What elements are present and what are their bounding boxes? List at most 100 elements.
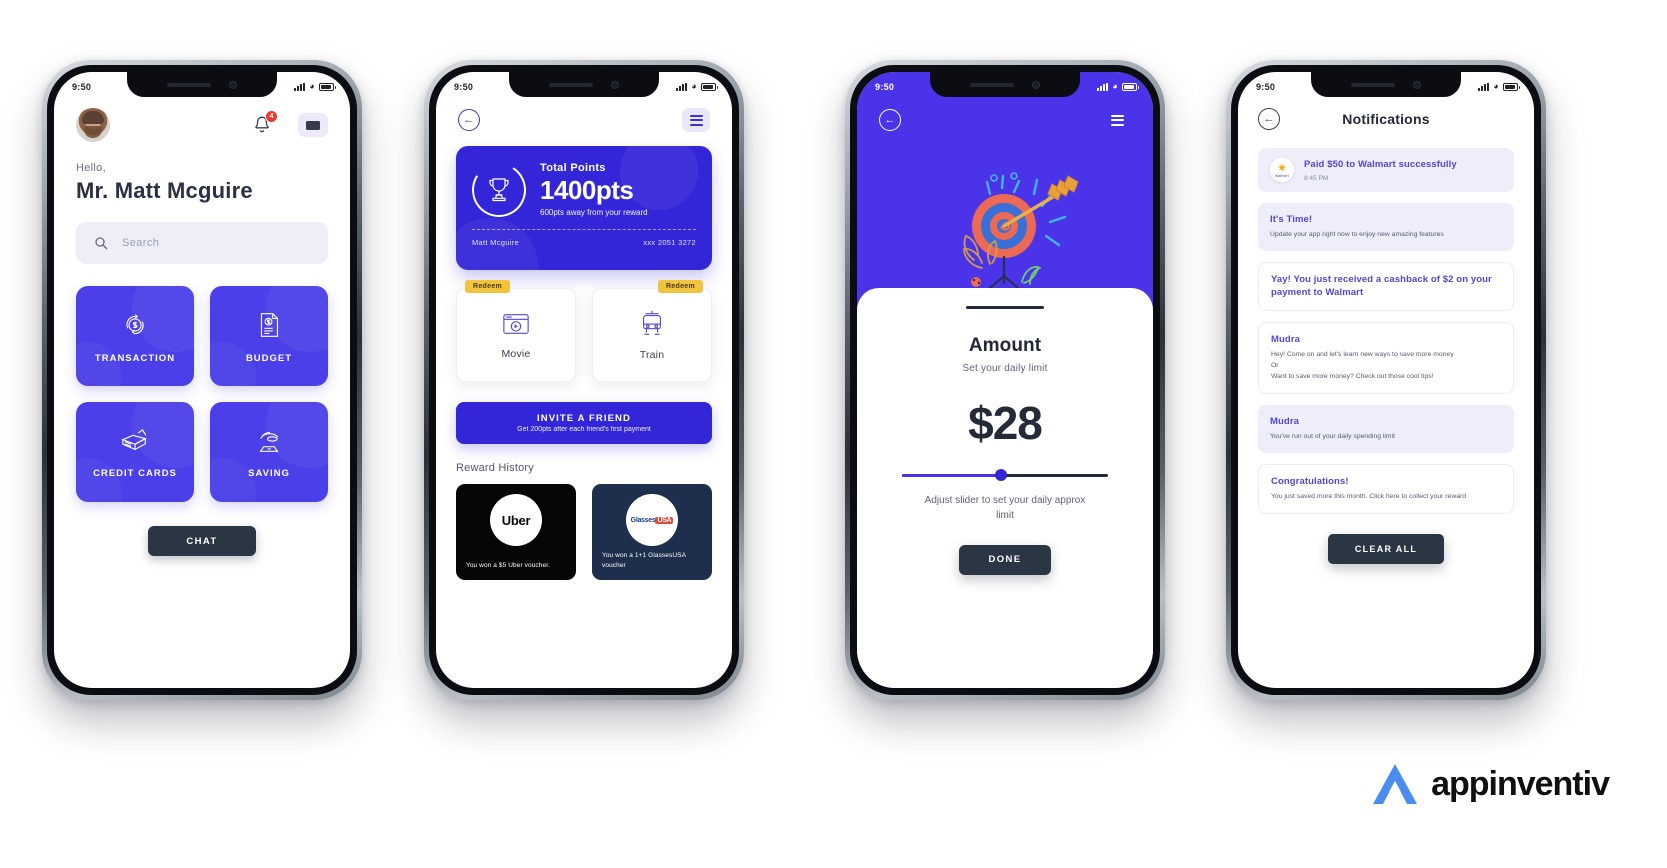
reward-history-list: Uber You won a $5 Uber voucher. Glasses U… (436, 474, 732, 580)
signal-icon (1478, 82, 1490, 91)
notification-body: Hey! Come on and let's learn new ways to… (1271, 351, 1454, 380)
page-title: Notifications (1342, 111, 1430, 127)
points-value: 1400pts (540, 175, 634, 205)
wifi-icon: ◕ (1493, 81, 1499, 91)
saving-hand-icon (259, 431, 279, 452)
list-item[interactable]: Mudra You've run out of your daily spend… (1258, 404, 1514, 453)
amount-subtitle: Set your daily limit (962, 362, 1048, 374)
notification-text: Paid $50 to Walmart successfully 8:45 PM (1304, 158, 1457, 181)
tile-credit-cards[interactable]: CREDIT CARDS (76, 402, 194, 502)
trophy-ring (466, 157, 532, 222)
uber-logo-icon: Uber (490, 494, 542, 546)
redeem-badge: Redeem (657, 280, 703, 293)
battery-icon (1503, 82, 1520, 91)
front-camera (1032, 80, 1040, 89)
slider-knob[interactable] (994, 469, 1007, 481)
back-button[interactable]: ← (1258, 108, 1280, 130)
notifications-screen: ← Notifications ✷ Walmart Paid $50 to Wa… (1238, 72, 1534, 688)
notification-title: Paid $50 to Walmart successfully (1304, 159, 1457, 171)
redeem-card-train[interactable]: Redeem Train (592, 280, 712, 382)
amount-slider[interactable] (902, 469, 1108, 481)
invite-friend-button[interactable]: INVITE A FRIEND Get 200pts after each fr… (456, 402, 712, 444)
notification-title: Mudra (1271, 333, 1300, 345)
clear-all-area: CLEAR ALL (1238, 514, 1534, 565)
earpiece-speaker (970, 82, 1014, 87)
status-icons: ◕ (294, 81, 336, 91)
card-divider (472, 229, 696, 230)
spark-glyph: ✷ (1276, 161, 1288, 175)
tile-label: SAVING (248, 467, 290, 479)
notification-title: Yay! You just received a cashback of $2 … (1271, 274, 1492, 299)
front-camera (611, 80, 619, 89)
reward-caption: You won a 1+1 GlassesUSA voucher (602, 552, 686, 569)
back-button[interactable]: ← (458, 109, 480, 131)
movie-player-icon (503, 314, 529, 334)
amount-screen: ← Amount Set your daily limit $28 Adjust… (857, 72, 1153, 688)
tile-saving[interactable]: SAVING (210, 402, 328, 502)
rewards-header: ← (436, 98, 732, 132)
list-item[interactable]: Yay! You just received a cashback of $2 … (1258, 262, 1514, 311)
screen-rewards: 9:50 ◕ ← Total Points 1400pts 600pts awa… (436, 72, 732, 688)
avatar[interactable] (76, 108, 110, 142)
walmart-logo-icon: ✷ Walmart (1270, 158, 1294, 182)
notch (930, 72, 1080, 97)
header-actions: 4 (252, 110, 328, 137)
reward-card-glassesusa[interactable]: Glasses USA You won a 1+1 GlassesUSA vouc… (592, 484, 712, 580)
done-button[interactable]: DONE (959, 544, 1051, 575)
points-row: Total Points 1400pts 600pts away from yo… (466, 157, 696, 222)
list-item[interactable]: Mudra Hey! Come on and let's learn new w… (1258, 321, 1514, 394)
search-input[interactable]: Search (76, 222, 328, 264)
chat-button[interactable]: CHAT (148, 526, 256, 556)
screen-home: 9:50 ◕ 4 Hello, Mr. Matt Mcguire Search … (54, 72, 350, 688)
amount-hint: Adjust slider to set your daily approx l… (924, 494, 1086, 521)
earpiece-speaker (549, 82, 593, 87)
status-time: 9:50 (1256, 81, 1276, 92)
invite-sub: Get 200pts after each friend's first pay… (517, 426, 651, 433)
clear-all-button[interactable]: CLEAR ALL (1328, 534, 1444, 565)
phone-bezel: 9:50 ◕ ← Notifications ✷ Walmart Paid $5… (1231, 65, 1541, 695)
phone-mockup-rewards: 9:50 ◕ ← Total Points 1400pts 600pts awa… (424, 60, 744, 700)
menu-button[interactable] (1103, 108, 1131, 132)
battery-icon (1122, 82, 1139, 91)
glassesusa-logo-icon: Glasses USA (626, 494, 678, 546)
list-item[interactable]: Congratulations! You just saved more thi… (1258, 463, 1514, 515)
reward-card-uber[interactable]: Uber You won a $5 Uber voucher. (456, 484, 576, 580)
battery-icon (319, 82, 336, 91)
earpiece-speaker (1351, 82, 1395, 87)
wifi-icon: ◕ (309, 81, 315, 91)
slider-fill (902, 473, 1001, 477)
home-header: 4 (54, 98, 350, 142)
screen-notifications: 9:50 ◕ ← Notifications ✷ Walmart Paid $5… (1238, 72, 1534, 688)
wallet-card-button[interactable] (298, 113, 328, 137)
redeem-label: Train (639, 349, 665, 361)
tile-label: CREDIT CARDS (93, 467, 177, 479)
tile-transaction[interactable]: TRANSACTION (76, 286, 194, 386)
list-item[interactable]: ✷ Walmart Paid $50 to Walmart successful… (1258, 148, 1514, 192)
sheet-grabber[interactable] (966, 306, 1044, 309)
tile-budget[interactable]: BUDGET (210, 286, 328, 386)
invite-title: INVITE A FRIEND (537, 413, 631, 424)
notification-title: Congratulations! (1271, 475, 1349, 487)
notification-title: Mudra (1270, 415, 1299, 427)
amount-header: ← (857, 98, 1153, 132)
front-camera (1413, 80, 1421, 89)
tile-label: BUDGET (245, 352, 293, 364)
list-item[interactable]: It's Time! Update your app right now to … (1258, 203, 1514, 252)
redeem-card-movie[interactable]: Redeem Movie (456, 280, 576, 382)
amount-sheet: Amount Set your daily limit $28 Adjust s… (857, 288, 1153, 688)
back-button[interactable]: ← (879, 109, 901, 131)
reward-caption: You won a $5 Uber voucher. (466, 561, 551, 569)
menu-button[interactable] (682, 108, 710, 132)
notifications-header: ← Notifications (1238, 98, 1534, 130)
greeting-block: Hello, Mr. Matt Mcguire (54, 142, 350, 204)
status-icons: ◕ (1478, 81, 1520, 91)
search-icon (95, 237, 108, 250)
search-placeholder: Search (122, 237, 160, 249)
notifications-button[interactable]: 4 (252, 110, 278, 136)
user-name: Mr. Matt Mcguire (76, 178, 253, 203)
card-footer: Matt Mcguire xxx 2051 3272 (472, 238, 696, 247)
notch (127, 72, 277, 97)
signal-icon (1097, 82, 1109, 91)
rewards-screen: ← Total Points 1400pts 600pts away from … (436, 72, 732, 688)
points-text: Total Points 1400pts 600pts away from yo… (540, 162, 648, 217)
